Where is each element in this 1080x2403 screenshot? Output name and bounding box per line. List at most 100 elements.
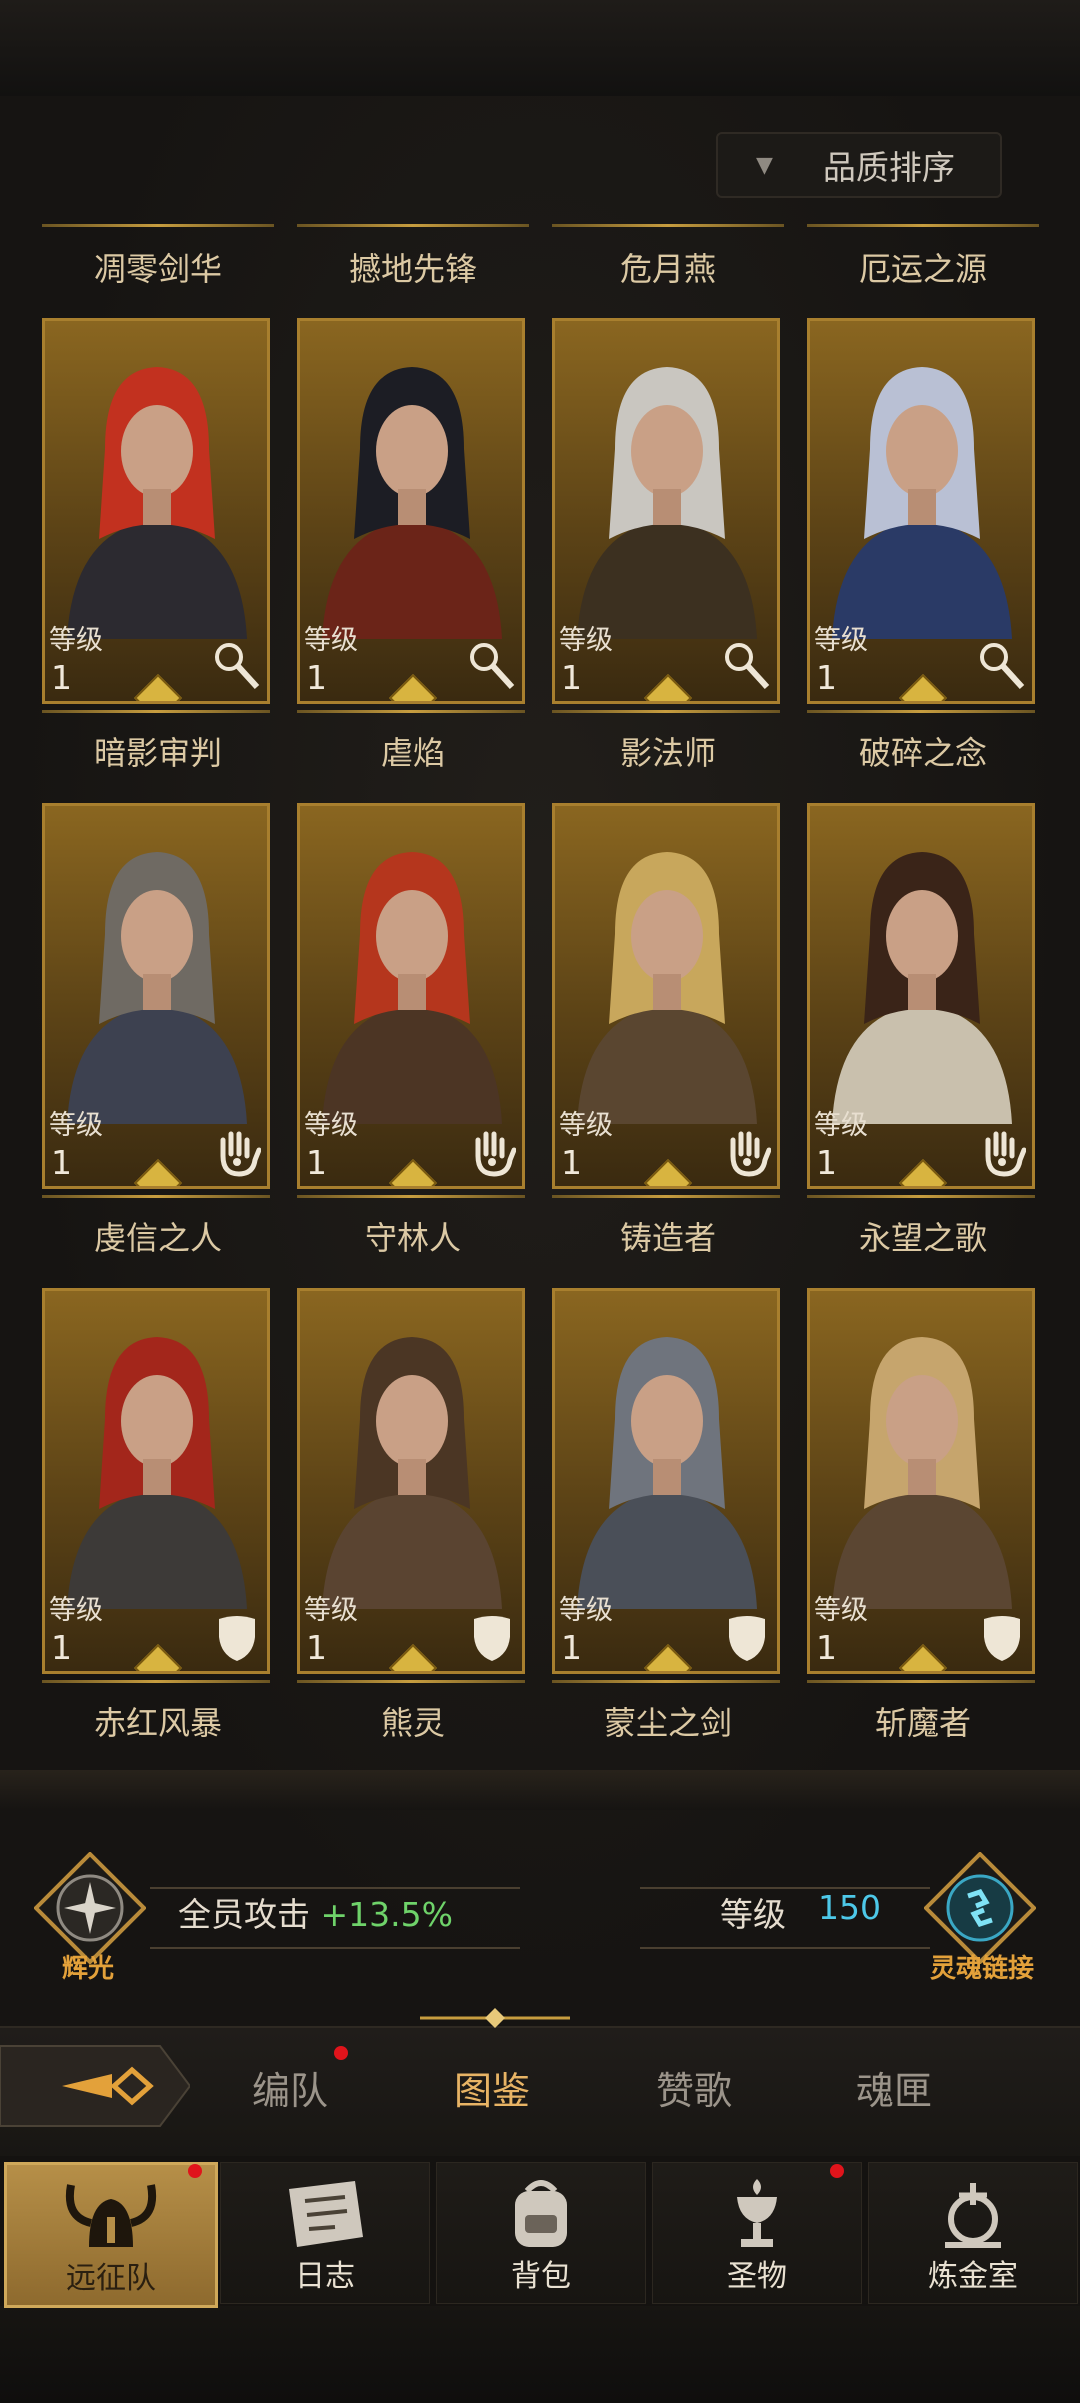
radiance-caption: 辉光	[62, 1954, 115, 1984]
nav-backpack[interactable]: 背包	[436, 2162, 646, 2304]
bonus-value: +13.5%	[320, 1895, 453, 1934]
hero-card[interactable]: 等级 1	[807, 1288, 1035, 1674]
hero-card[interactable]: 等级 1	[807, 803, 1035, 1189]
hero-card[interactable]: 等级 1	[42, 318, 270, 704]
nav-label: 炼金室	[928, 2259, 1018, 2294]
top-frame	[0, 0, 1080, 98]
hero-name: 守林人	[364, 1219, 461, 1257]
hero-portrait	[577, 367, 757, 639]
tab-soul-box[interactable]: 魂匣	[856, 2060, 932, 2115]
rarity-gem-icon	[898, 1643, 948, 1671]
wand-icon	[723, 641, 771, 693]
level-value: 1	[51, 658, 72, 697]
soul-link-caption: 灵魂链接	[930, 1954, 1035, 1984]
shield-icon	[468, 1611, 516, 1663]
tab-codex[interactable]: 图鉴	[454, 2060, 530, 2115]
nav-journal[interactable]: 日志	[220, 2162, 430, 2304]
divider	[297, 710, 525, 713]
nav-alchemy[interactable]: 炼金室	[868, 2162, 1078, 2304]
dropdown-triangle-icon: ▼	[756, 152, 773, 178]
level-value: 1	[306, 658, 327, 697]
hand-icon	[213, 1126, 262, 1178]
level-label: 等级	[559, 625, 613, 656]
divider	[297, 224, 529, 227]
hero-name: 虐焰	[380, 734, 445, 772]
hero-card[interactable]: 等级 1	[42, 1288, 270, 1674]
nav-label: 远征队	[66, 2261, 156, 2296]
divider	[297, 1195, 525, 1198]
hero-name: 厄运之源	[858, 250, 987, 288]
nav-label: 圣物	[727, 2259, 787, 2294]
chalice-icon	[707, 2175, 807, 2253]
hero-name: 蒙尘之剑	[603, 1704, 732, 1742]
hero-card[interactable]: 等级 1	[552, 1288, 780, 1674]
wand-icon	[978, 641, 1026, 693]
divider	[42, 1195, 270, 1198]
backpack-icon	[491, 2175, 591, 2253]
hero-card[interactable]: 等级 1	[297, 318, 525, 704]
divider	[807, 710, 1035, 713]
wand-icon	[213, 641, 261, 693]
divider	[552, 1195, 780, 1198]
level-value: 1	[816, 658, 837, 697]
hero-card[interactable]: 等级 1	[42, 803, 270, 1189]
level-label: 等级	[49, 1110, 103, 1141]
hero-card[interactable]: 等级 1	[552, 803, 780, 1189]
hero-card[interactable]: 等级 1	[297, 1288, 525, 1674]
notification-dot	[334, 2046, 348, 2060]
level-label: 等级	[304, 625, 358, 656]
hero-card[interactable]: 等级 1	[807, 318, 1035, 704]
level-value: 1	[306, 1628, 327, 1667]
alchemy-icon	[923, 2175, 1023, 2253]
divider	[807, 1680, 1035, 1683]
level-value: 1	[561, 1628, 582, 1667]
nav-expedition[interactable]: 远征队	[4, 2162, 218, 2308]
tab-team[interactable]: 编队	[252, 2060, 328, 2115]
hero-name: 铸造者	[619, 1219, 716, 1257]
tab-hymn[interactable]: 赞歌	[656, 2060, 732, 2115]
bonus-bar	[0, 1830, 1080, 1980]
hero-portrait	[322, 852, 502, 1124]
hero-name: 凋零剑华	[93, 250, 222, 288]
level-label: 等级	[814, 625, 868, 656]
level-value: 1	[816, 1628, 837, 1667]
footer-decor	[0, 2306, 1080, 2403]
shield-icon	[213, 1611, 261, 1663]
scroll-icon	[275, 2175, 375, 2253]
shield-icon	[723, 1611, 771, 1663]
hero-card[interactable]: 等级 1	[552, 318, 780, 704]
level-value: 1	[51, 1143, 72, 1182]
divider	[297, 1680, 525, 1683]
level-value: 1	[816, 1143, 837, 1182]
hero-name: 破碎之念	[858, 734, 987, 772]
hero-name: 熊灵	[380, 1704, 445, 1742]
divider	[807, 224, 1039, 227]
hero-name: 永望之歌	[858, 1219, 987, 1257]
hero-portrait	[577, 852, 757, 1124]
hand-icon	[468, 1126, 517, 1178]
notification-dot	[830, 2164, 844, 2178]
level-value: 1	[306, 1143, 327, 1182]
nav-relics[interactable]: 圣物	[652, 2162, 862, 2304]
level-value: 1	[561, 658, 582, 697]
sort-dropdown[interactable]: ▼ 品质排序	[716, 132, 1002, 198]
divider	[42, 710, 270, 713]
divider	[552, 224, 784, 227]
level-label: 等级	[814, 1595, 868, 1626]
back-button[interactable]	[0, 2036, 192, 2136]
level-label: 等级	[49, 625, 103, 656]
hero-card[interactable]: 等级 1	[297, 803, 525, 1189]
level-label: 等级	[559, 1595, 613, 1626]
rarity-gem-icon	[388, 1643, 438, 1671]
hero-name: 影法师	[619, 734, 716, 772]
hero-portrait	[832, 367, 1012, 639]
hero-portrait	[67, 1337, 247, 1609]
total-level-label: 等级	[720, 1895, 786, 1934]
hero-name: 撼地先锋	[348, 250, 477, 288]
level-label: 等级	[304, 1110, 358, 1141]
hand-icon	[978, 1126, 1027, 1178]
rarity-gem-icon	[133, 1643, 183, 1671]
rarity-gem-icon	[898, 673, 948, 701]
next-row-preview	[0, 1770, 1080, 1810]
rarity-gem-icon	[133, 673, 183, 701]
